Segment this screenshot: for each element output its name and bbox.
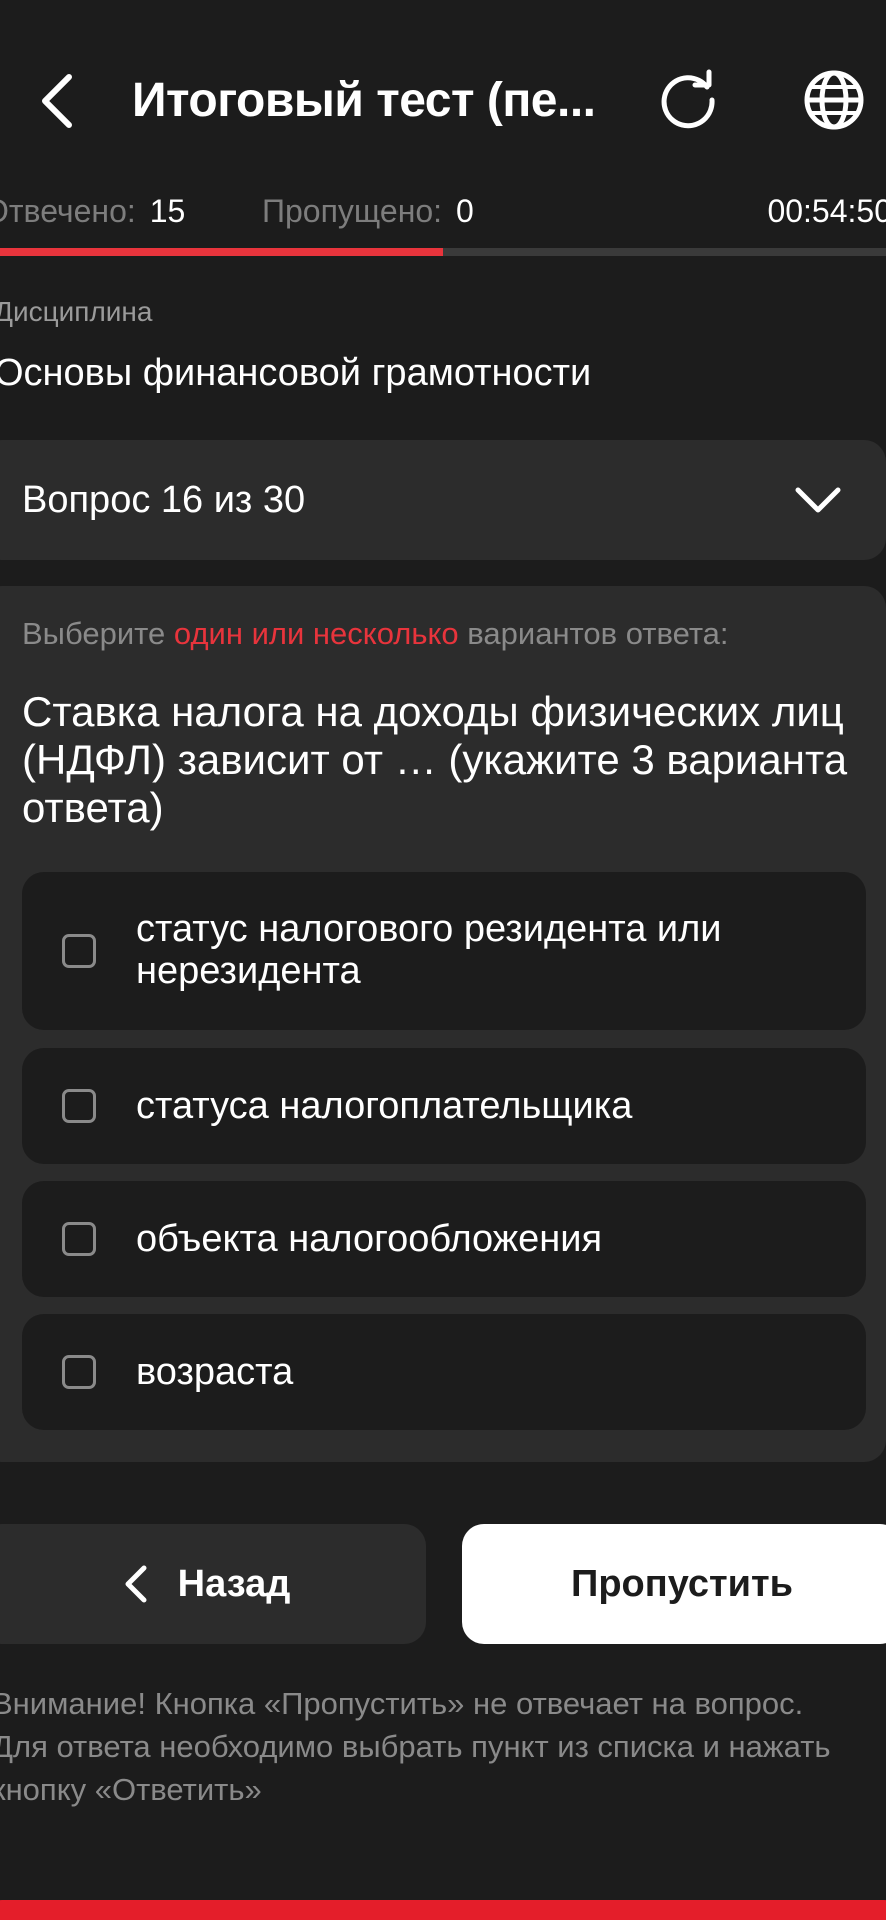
test-screen: Итоговый тест (пе... Отвечено: 15 Пропуще… xyxy=(0,0,886,1920)
question-selector[interactable]: Вопрос 16 из 30 xyxy=(0,440,886,560)
progress-fill xyxy=(0,248,443,256)
instruction-accent: один или несколько xyxy=(173,616,459,651)
answer-button[interactable] xyxy=(0,1900,886,1920)
globe-icon[interactable] xyxy=(794,60,874,140)
answer-option[interactable]: возраста xyxy=(22,1314,866,1430)
checkbox[interactable] xyxy=(62,1089,96,1123)
chevron-left-icon xyxy=(116,1564,156,1604)
instruction-suffix: вариантов ответа: xyxy=(467,616,729,651)
option-label: возраста xyxy=(136,1351,294,1393)
skip-notice: Внимание! Кнопка «Пропустить» не отвечае… xyxy=(0,1686,831,1807)
refresh-icon[interactable] xyxy=(648,60,728,140)
option-label: объекта налогообложения xyxy=(136,1218,603,1260)
skipped-count: 0 xyxy=(456,193,474,229)
back-arrow-icon[interactable] xyxy=(22,66,92,136)
discipline-name: Основы финансовой грамотности xyxy=(0,352,592,394)
skip-button[interactable]: Пропустить xyxy=(462,1524,886,1644)
answer-option[interactable]: объекта налогообложения xyxy=(22,1181,866,1297)
stats-row: Отвечено: 15 Пропущено: 0 00:54:50 xyxy=(0,186,886,236)
chevron-down-icon xyxy=(790,472,846,528)
back-button[interactable]: Назад xyxy=(0,1524,426,1644)
option-label: статус налогового резидента или нерезиде… xyxy=(136,908,722,992)
page-title: Итоговый тест (пе... xyxy=(132,74,596,127)
back-button-label: Назад xyxy=(177,1562,291,1605)
question-card: Выберите один или несколько вариантов от… xyxy=(0,586,886,1462)
answered-count: 15 xyxy=(149,193,186,229)
header: Итоговый тест (пе... xyxy=(0,40,886,160)
option-label: статуса налогоплательщика xyxy=(136,1085,633,1127)
checkbox[interactable] xyxy=(62,934,96,968)
timer: 00:54:50 xyxy=(767,193,886,229)
answer-instruction: Выберите один или несколько вариантов от… xyxy=(22,612,729,656)
skip-button-label: Пропустить xyxy=(571,1562,793,1605)
checkbox[interactable] xyxy=(62,1222,96,1256)
answer-option[interactable]: статуса налогоплательщика xyxy=(22,1048,866,1164)
skipped-label: Пропущено: xyxy=(262,193,443,229)
discipline-label: Дисциплина xyxy=(0,296,153,327)
answer-option[interactable]: статус налогового резидента или нерезиде… xyxy=(22,872,866,1030)
answered-label: Отвечено: xyxy=(0,193,136,229)
checkbox[interactable] xyxy=(62,1355,96,1389)
question-text: Ставка налога на доходы физических лиц (… xyxy=(22,688,848,831)
answered-stat: Отвечено: 15 xyxy=(0,186,185,236)
instruction-prefix: Выберите xyxy=(22,616,166,651)
question-number: Вопрос 16 из 30 xyxy=(22,479,306,521)
progress-bar xyxy=(0,248,886,256)
skipped-stat: Пропущено: 0 xyxy=(262,186,474,236)
